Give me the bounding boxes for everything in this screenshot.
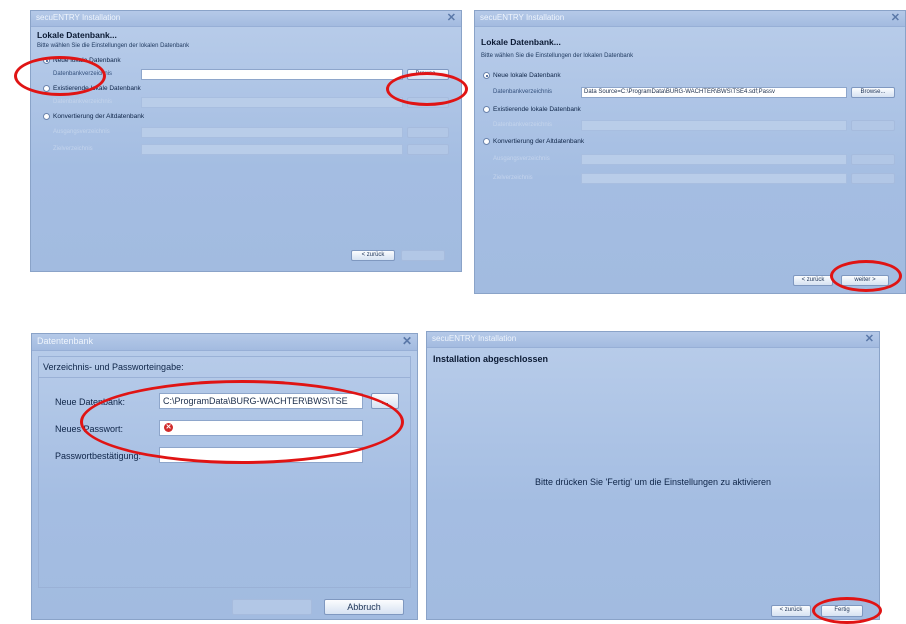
- title-bar: secuENTRY Installation ✕: [31, 11, 461, 27]
- browse4-button: [407, 144, 449, 155]
- completion-message: Bitte drücken Sie 'Fertig' um die Einste…: [534, 477, 772, 487]
- radio-unselected-icon: [43, 113, 50, 120]
- back-button[interactable]: < zurück: [793, 275, 833, 286]
- dbdir2-input: [581, 120, 847, 131]
- radio-existing-db-label: Existierende lokale Datenbank: [493, 106, 581, 113]
- input-group: Verzeichnis- und Passworteingabe: Neue D…: [38, 356, 411, 588]
- ok-button: [232, 599, 312, 615]
- source-dir-label: Ausgangsverzeichnis: [53, 129, 110, 135]
- page-subtitle: Bitte wählen Sie die Einstellungen der l…: [481, 53, 634, 59]
- page-heading: Installation abgeschlossen: [433, 354, 549, 364]
- radio-new-db-label: Neue lokale Datenbank: [493, 72, 561, 79]
- radio-unselected-icon: [43, 85, 50, 92]
- dbdir2-label: Datenbankverzeichnis: [493, 122, 553, 128]
- target-dir-label: Zielverzeichnis: [493, 175, 533, 181]
- installer-window-2: secuENTRY Installation ✕ Lokale Datenban…: [474, 10, 906, 294]
- title-bar: Datentenbank ✕: [32, 334, 417, 351]
- password-confirm-input[interactable]: [159, 447, 363, 463]
- target-dir-input: [141, 144, 403, 155]
- radio-new-db[interactable]: Neue lokale Datenbank: [43, 57, 121, 64]
- radio-existing-db[interactable]: Existierende lokale Datenbank: [483, 106, 581, 113]
- new-password-input[interactable]: ✕: [159, 420, 363, 436]
- radio-selected-icon: [483, 72, 490, 79]
- dbdir-input[interactable]: Data Source=C:\ProgramData\BURG-WACHTER\…: [581, 87, 847, 98]
- radio-existing-db-label: Existierende lokale Datenbank: [53, 85, 141, 92]
- group-label: Verzeichnis- und Passworteingabe:: [43, 362, 184, 372]
- radio-convert-db-label: Konvertierung der Altdatenbank: [53, 113, 145, 120]
- window-title: secuENTRY Installation: [432, 334, 517, 343]
- radio-unselected-icon: [483, 106, 490, 113]
- radio-existing-db[interactable]: Existierende lokale Datenbank: [43, 85, 141, 92]
- password-confirm-label: Passwortbestätigung:: [55, 451, 142, 461]
- browse-button[interactable]: ...: [371, 393, 399, 409]
- next-button[interactable]: weiter >: [841, 275, 889, 286]
- cancel-button[interactable]: Abbruch: [324, 599, 404, 615]
- radio-new-db[interactable]: Neue lokale Datenbank: [483, 72, 561, 79]
- next-button: [401, 250, 445, 261]
- target-dir-label: Zielverzeichnis: [53, 146, 93, 152]
- back-button[interactable]: < zurück: [771, 605, 811, 617]
- browse2-button: [407, 97, 449, 108]
- radio-selected-icon: [43, 57, 50, 64]
- dbdir-input[interactable]: [141, 69, 403, 80]
- browse-button[interactable]: Browse...: [851, 87, 895, 98]
- new-password-label: Neues Passwort:: [55, 424, 124, 434]
- source-dir-label: Ausgangsverzeichnis: [493, 156, 550, 162]
- close-icon[interactable]: ✕: [447, 11, 456, 24]
- title-bar: secuENTRY Installation ✕: [427, 332, 879, 348]
- back-button[interactable]: < zurück: [351, 250, 395, 261]
- close-icon[interactable]: ✕: [891, 11, 900, 24]
- new-db-label: Neue Datenbank:: [55, 397, 126, 407]
- browse3-button: [851, 154, 895, 165]
- radio-unselected-icon: [483, 138, 490, 145]
- target-dir-input: [581, 173, 847, 184]
- finish-button[interactable]: Fertig: [821, 605, 863, 617]
- window-title: secuENTRY Installation: [36, 13, 121, 22]
- close-icon[interactable]: ✕: [402, 334, 412, 348]
- source-dir-input: [581, 154, 847, 165]
- window-title: Datentenbank: [37, 336, 94, 346]
- radio-convert-db-label: Konvertierung der Altdatenbank: [493, 138, 585, 145]
- database-dialog: Datentenbank ✕ Verzeichnis- und Passwort…: [31, 333, 418, 620]
- dbdir2-input: [141, 97, 403, 108]
- radio-convert-db[interactable]: Konvertierung der Altdatenbank: [483, 138, 584, 145]
- close-icon[interactable]: ✕: [865, 332, 874, 345]
- dbdir-label: Datenbankverzeichnis: [53, 71, 113, 77]
- installer-window-4: secuENTRY Installation ✕ Installation ab…: [426, 331, 880, 620]
- browse2-button: [851, 120, 895, 131]
- dbdir2-label: Datenbankverzeichnis: [53, 99, 113, 105]
- error-icon: ✕: [164, 423, 173, 432]
- radio-new-db-label: Neue lokale Datenbank: [53, 57, 121, 64]
- new-db-input[interactable]: C:\ProgramData\BURG-WACHTER\BWS\TSE: [159, 393, 363, 409]
- radio-convert-db[interactable]: Konvertierung der Altdatenbank: [43, 113, 144, 120]
- group-divider: [39, 377, 410, 378]
- browse-button[interactable]: Browse...: [407, 69, 449, 80]
- page-heading: Lokale Datenbank...: [37, 30, 117, 40]
- page-heading: Lokale Datenbank...: [481, 37, 561, 47]
- browse3-button: [407, 127, 449, 138]
- source-dir-input: [141, 127, 403, 138]
- dbdir-label: Datenbankverzeichnis: [493, 89, 553, 95]
- title-bar: secuENTRY Installation ✕: [475, 11, 905, 27]
- window-title: secuENTRY Installation: [480, 13, 565, 22]
- browse4-button: [851, 173, 895, 184]
- installer-window-1: secuENTRY Installation ✕ Lokale Datenban…: [30, 10, 462, 272]
- page-subtitle: Bitte wählen Sie die Einstellungen der l…: [37, 43, 190, 49]
